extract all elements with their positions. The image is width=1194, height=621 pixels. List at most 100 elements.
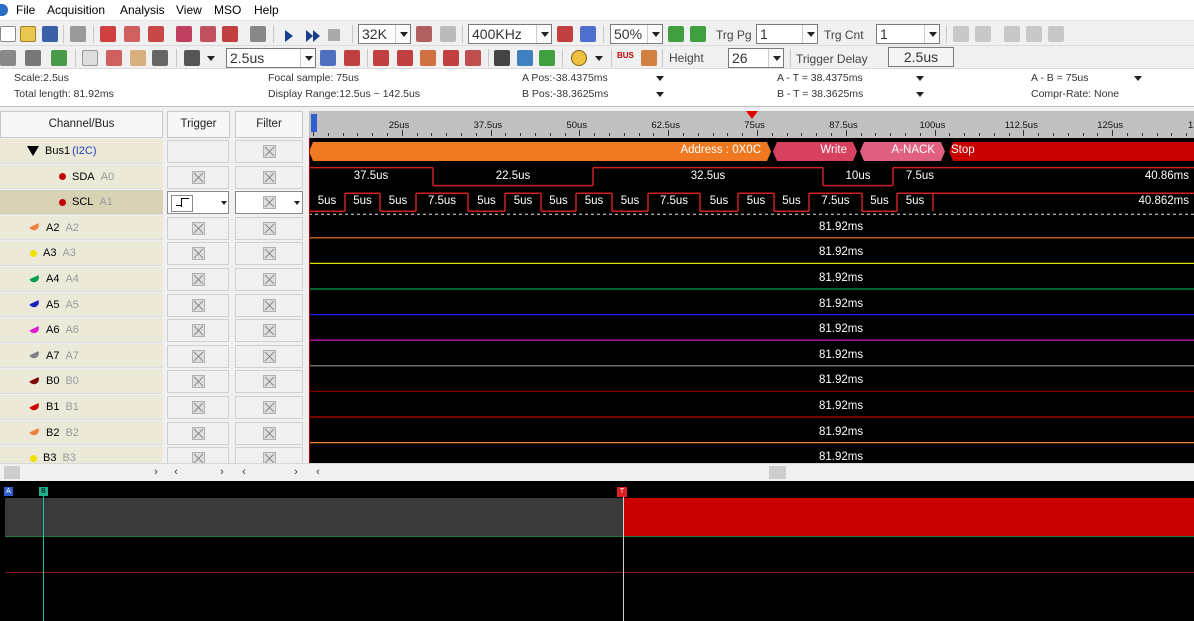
trigger-cell[interactable]: [167, 191, 229, 215]
trigger-cell[interactable]: [167, 319, 229, 343]
filter-cell[interactable]: [235, 216, 303, 240]
trigger-dontcare-icon[interactable]: [192, 426, 205, 440]
channel-row[interactable]: A7 A7: [0, 343, 163, 369]
page-first-icon[interactable]: [953, 26, 969, 42]
menu-help[interactable]: Help: [254, 3, 279, 17]
trigger-clear-icon[interactable]: [222, 26, 238, 42]
trigger-cell[interactable]: [167, 421, 229, 445]
bus-delete-icon[interactable]: [420, 50, 436, 66]
trg-cnt-select[interactable]: 1: [876, 24, 940, 44]
trigger-cell[interactable]: [167, 216, 229, 240]
overview-b-marker[interactable]: B: [39, 487, 48, 496]
depth-down-icon[interactable]: [440, 26, 456, 42]
height-select[interactable]: 26: [728, 48, 784, 68]
filter-dontcare-icon[interactable]: [263, 273, 276, 286]
capture-export-icon[interactable]: [148, 26, 164, 42]
open-folder-icon[interactable]: [20, 26, 36, 42]
zoom-out-icon[interactable]: [344, 50, 360, 66]
clock-icon[interactable]: [571, 50, 587, 66]
channel-row[interactable]: B0 B0: [0, 369, 163, 394]
zoom-in-icon[interactable]: [320, 50, 336, 66]
trigger-cell[interactable]: [167, 344, 229, 368]
device-icon[interactable]: [250, 26, 266, 42]
rising-edge-icon[interactable]: [171, 195, 193, 213]
trigger-cell[interactable]: [167, 370, 229, 394]
hand-icon[interactable]: [130, 50, 146, 66]
overview-trigger-line[interactable]: [623, 494, 624, 621]
layers-icon[interactable]: [51, 50, 67, 66]
channel-row[interactable]: SCL A1: [0, 190, 163, 215]
trigger-dontcare-icon[interactable]: [192, 349, 205, 363]
overview-panel[interactable]: A B T: [0, 481, 1194, 621]
page-next-icon[interactable]: [1004, 26, 1020, 42]
page-prev-icon[interactable]: [975, 26, 991, 42]
trigger-fall-icon[interactable]: [200, 26, 216, 42]
menu-view[interactable]: View: [176, 3, 202, 17]
menu-mso[interactable]: MSO: [214, 3, 241, 17]
trigger-rise-icon[interactable]: [176, 26, 192, 42]
trigger-position-select[interactable]: 50%: [610, 24, 663, 44]
binoculars-icon[interactable]: [494, 50, 510, 66]
filter-dropdown-icon[interactable]: [294, 201, 300, 206]
grid-icon[interactable]: [0, 50, 16, 66]
overview-a-marker[interactable]: A: [4, 487, 13, 496]
channel-scroll-thumb[interactable]: [4, 466, 20, 479]
filter-cell[interactable]: [235, 396, 303, 419]
filter-dontcare-icon[interactable]: [263, 298, 276, 312]
channel-row[interactable]: SDA A0: [0, 164, 163, 190]
trigger-dontcare-icon[interactable]: [192, 375, 205, 389]
trigger-cell[interactable]: [167, 140, 229, 163]
channel-scroll-right[interactable]: ›: [150, 465, 162, 480]
channel-row[interactable]: A4 A4: [0, 267, 163, 292]
channel-row[interactable]: A2 A2: [0, 215, 163, 241]
filter-dontcare-icon[interactable]: [263, 221, 276, 235]
bus-icon[interactable]: BUS: [617, 51, 634, 60]
filter-cell[interactable]: [235, 140, 303, 163]
capture-settings-icon[interactable]: [124, 26, 140, 42]
trigger-dontcare-icon[interactable]: [192, 324, 205, 338]
scale-select[interactable]: 2.5us: [226, 48, 316, 68]
waveform-view[interactable]: 25us 37.5us 50us 62.5us 75us 87.5us 100us 112.5…: [309, 111, 1194, 463]
filter-scroll-left[interactable]: ‹: [238, 465, 250, 480]
b-pos-dropdown-icon[interactable]: [656, 92, 664, 97]
filter-cell[interactable]: [235, 370, 303, 394]
trigger-dontcare-icon[interactable]: [192, 170, 205, 184]
display-mode-icon[interactable]: [184, 50, 200, 66]
filter-cell[interactable]: [235, 165, 303, 189]
trigger-dontcare-icon[interactable]: [192, 221, 205, 235]
filter-dontcare-icon[interactable]: [263, 170, 276, 184]
depth-up-icon[interactable]: [416, 26, 432, 42]
waveform-scroll-thumb[interactable]: [769, 466, 786, 479]
menu-acquisition[interactable]: Acquisition: [47, 3, 105, 17]
overview-b-cursor-line[interactable]: [43, 494, 44, 621]
a-pos-dropdown-icon[interactable]: [656, 76, 664, 81]
stop-icon[interactable]: [328, 29, 340, 41]
trigger-dontcare-icon[interactable]: [192, 401, 205, 414]
trigger-cell[interactable]: [167, 268, 229, 291]
cursor-a-marker[interactable]: [311, 114, 317, 132]
rate-up-icon[interactable]: [557, 26, 573, 42]
trigger-pos-right-icon[interactable]: [690, 26, 706, 42]
zoom-select-icon[interactable]: [106, 50, 122, 66]
rate-down-icon[interactable]: [580, 26, 596, 42]
search-prev-icon[interactable]: [517, 50, 533, 66]
search-next-icon[interactable]: [539, 50, 555, 66]
filter-dontcare-icon[interactable]: [263, 196, 276, 210]
filter-scroll-right[interactable]: ›: [290, 465, 302, 480]
filter-cell[interactable]: [235, 421, 303, 445]
filter-cell[interactable]: [235, 242, 303, 266]
run-icon[interactable]: [285, 30, 293, 42]
a-minus-t-dropdown-icon[interactable]: [916, 76, 924, 81]
memory-depth-select[interactable]: 32K: [358, 24, 411, 44]
filter-cell[interactable]: [235, 293, 303, 317]
trigger-marker-icon[interactable]: [746, 111, 758, 119]
filter-dontcare-icon[interactable]: [263, 145, 276, 158]
sample-rate-select[interactable]: 400KHz: [468, 24, 552, 44]
capture-icon[interactable]: [100, 26, 116, 42]
filter-dontcare-icon[interactable]: [263, 375, 276, 389]
bus-expand-icon[interactable]: [27, 146, 39, 156]
bus-down-icon[interactable]: [465, 50, 481, 66]
channel-row[interactable]: A6 A6: [0, 318, 163, 343]
channel-row[interactable]: B1 B1: [0, 395, 163, 420]
channel-row[interactable]: B2 B2: [0, 420, 163, 446]
